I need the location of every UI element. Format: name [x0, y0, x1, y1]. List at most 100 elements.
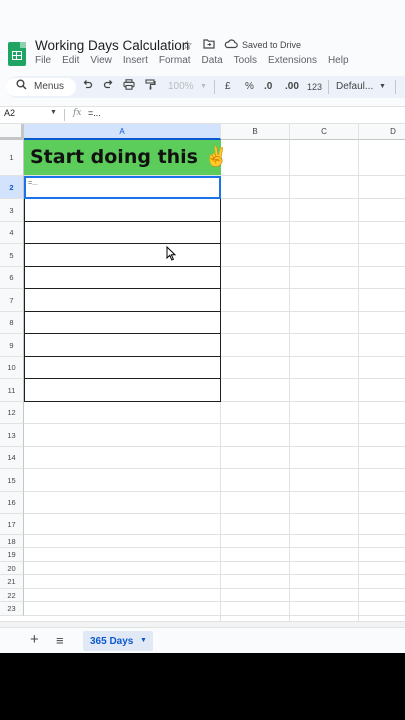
formula-bar — [0, 106, 405, 124]
row-header[interactable]: 8 — [0, 312, 24, 334]
row-header[interactable]: 10 — [0, 357, 24, 379]
column-header-d[interactable]: D — [359, 124, 405, 140]
column-header-b[interactable]: B — [221, 124, 290, 140]
decrease-decimals-button[interactable]: .0 — [264, 79, 272, 95]
name-box-caret-icon[interactable]: ▼ — [50, 109, 57, 116]
cell-a8[interactable] — [24, 312, 221, 334]
row-header[interactable]: 3 — [0, 199, 24, 222]
zoom-select[interactable]: 100% — [168, 79, 194, 95]
row-header[interactable]: 17 — [0, 514, 24, 535]
cell-a2-text: =... — [28, 180, 38, 187]
cell-a10[interactable] — [24, 357, 221, 379]
row-gridline — [24, 423, 405, 424]
menu-extensions[interactable]: Extensions — [268, 55, 317, 66]
add-sheet-icon[interactable]: + — [30, 632, 39, 648]
paint-format-icon[interactable] — [145, 79, 156, 96]
cell-a5[interactable] — [24, 244, 221, 267]
sheet-tab-caret-icon[interactable]: ▼ — [140, 637, 147, 644]
cell-a9[interactable] — [24, 334, 221, 357]
select-all-corner[interactable] — [0, 124, 24, 140]
row-gridline — [24, 491, 405, 492]
row-header[interactable]: 5 — [0, 244, 24, 267]
row-gridline — [24, 588, 405, 589]
row-header[interactable]: 2 — [0, 176, 24, 199]
menu-view[interactable]: View — [90, 55, 112, 66]
move-folder-icon[interactable] — [203, 38, 215, 52]
cell-a6[interactable] — [24, 267, 221, 289]
cell-a1-text: Start doing this ✌️ — [30, 146, 229, 168]
row-gridline — [24, 534, 405, 535]
increase-decimals-button[interactable]: .00 — [285, 79, 299, 95]
column-header-c[interactable]: C — [290, 124, 359, 140]
font-select[interactable]: Defaul... — [336, 79, 373, 95]
mouse-pointer-icon — [166, 245, 177, 266]
row-header[interactable]: 6 — [0, 267, 24, 289]
menu-edit[interactable]: Edit — [62, 55, 79, 66]
row-gridline — [24, 513, 405, 514]
row-header[interactable]: 19 — [0, 548, 24, 562]
row-header[interactable]: 21 — [0, 575, 24, 589]
toolbar-divider — [328, 80, 329, 94]
row-header[interactable]: 22 — [0, 589, 24, 602]
row-header[interactable]: 14 — [0, 447, 24, 469]
menu-data[interactable]: Data — [202, 55, 223, 66]
cell-a3[interactable] — [24, 199, 221, 222]
menu-bar: File Edit View Insert Format Data Tools … — [35, 55, 360, 66]
toolbar-divider — [395, 80, 396, 94]
column-gridline — [358, 140, 359, 621]
star-icon[interactable]: ☆ — [182, 38, 193, 52]
menu-help[interactable]: Help — [328, 55, 349, 66]
all-sheets-menu-icon[interactable]: ≡ — [56, 633, 64, 649]
number-format-button[interactable]: 123 — [307, 79, 322, 95]
row-gridline — [24, 615, 405, 616]
cloud-saved-icon — [224, 38, 238, 52]
fx-icon: fx — [73, 108, 82, 118]
column-gridline — [289, 140, 290, 621]
row-gridline — [24, 547, 405, 548]
name-box[interactable]: A2 — [4, 108, 15, 118]
active-cell-a2[interactable] — [24, 176, 221, 199]
formula-input[interactable]: =... — [88, 108, 101, 118]
row-gridline — [24, 446, 405, 447]
row-gridline — [24, 574, 405, 575]
sheets-app: Working Days Calculation ☆ Saved to Driv… — [0, 0, 405, 653]
row-header[interactable]: 7 — [0, 289, 24, 312]
row-header[interactable]: 11 — [0, 379, 24, 402]
row-header[interactable]: 18 — [0, 535, 24, 548]
row-header[interactable]: 9 — [0, 334, 24, 357]
menu-tools[interactable]: Tools — [234, 55, 257, 66]
column-header-a[interactable]: A — [24, 124, 221, 140]
cell-a11[interactable] — [24, 379, 221, 402]
row-header[interactable]: 23 — [0, 602, 24, 616]
font-caret-icon: ▼ — [379, 83, 386, 90]
search-icon — [16, 79, 27, 96]
doc-title[interactable]: Working Days Calculation — [35, 38, 189, 53]
row-gridline — [24, 561, 405, 562]
menu-file[interactable]: File — [35, 55, 51, 66]
row-header[interactable]: 12 — [0, 402, 24, 424]
sheet-tab-label: 365 Days — [90, 636, 134, 647]
print-icon[interactable] — [123, 79, 135, 96]
cell-a7[interactable] — [24, 289, 221, 312]
zoom-caret-icon: ▼ — [200, 83, 207, 90]
redo-icon[interactable] — [103, 79, 114, 96]
cell-a4[interactable] — [24, 222, 221, 244]
sheets-logo-icon[interactable] — [8, 42, 26, 66]
save-status: Saved to Drive — [242, 40, 302, 50]
menu-format[interactable]: Format — [159, 55, 191, 66]
percent-format-button[interactable]: % — [245, 79, 254, 95]
row-header[interactable]: 1 — [0, 140, 24, 176]
row-gridline — [24, 468, 405, 469]
row-header[interactable]: 20 — [0, 562, 24, 575]
currency-format-button[interactable]: £ — [225, 79, 231, 95]
toolbar-divider — [214, 80, 215, 94]
row-gridline — [24, 601, 405, 602]
row-header[interactable]: 13 — [0, 424, 24, 447]
formula-divider — [64, 109, 65, 121]
row-header[interactable]: 16 — [0, 492, 24, 514]
undo-icon[interactable] — [82, 79, 93, 96]
row-header[interactable]: 15 — [0, 469, 24, 492]
menu-insert[interactable]: Insert — [123, 55, 148, 66]
search-menus-label: Menus — [34, 81, 65, 92]
row-header[interactable]: 4 — [0, 222, 24, 244]
